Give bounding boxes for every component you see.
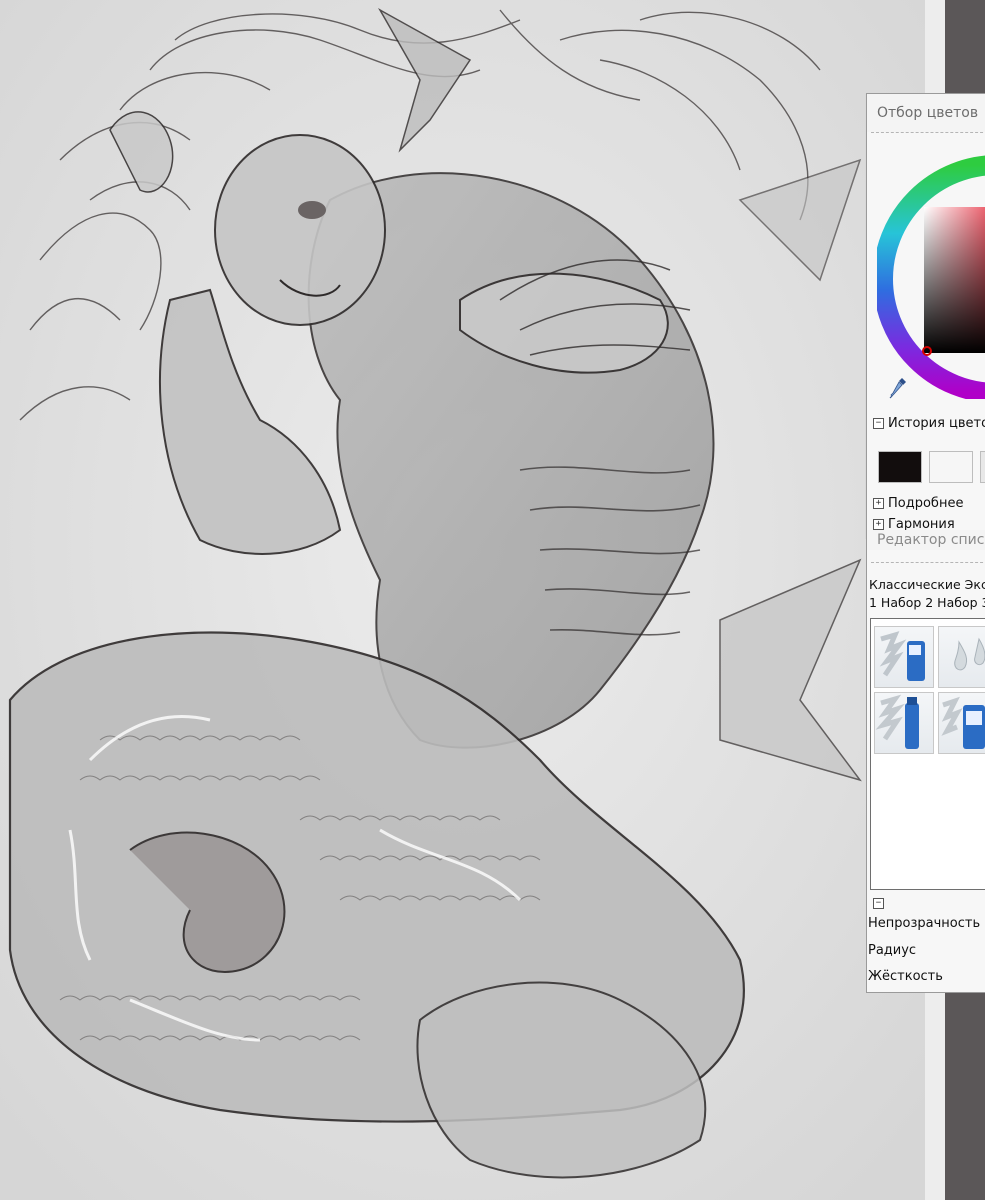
brush-preset-4[interactable] xyxy=(938,692,985,754)
panel-divider xyxy=(871,562,985,563)
color-wheel[interactable] xyxy=(877,149,985,399)
brush-list[interactable] xyxy=(870,618,985,890)
history-swatch-3[interactable] xyxy=(980,451,985,483)
color-history-label: История цветов xyxy=(888,416,985,431)
collapse-icon[interactable]: − xyxy=(873,898,884,909)
opacity-label: Непрозрачность xyxy=(868,916,981,931)
eyedropper-icon[interactable] xyxy=(889,377,907,399)
panel-divider xyxy=(871,132,985,133)
details-section-header[interactable]: + Подробнее xyxy=(873,496,963,511)
expand-icon[interactable]: + xyxy=(873,519,884,530)
brush-preset-1[interactable] xyxy=(874,626,934,688)
brush-set-tabs[interactable]: 1 Набор 2 Набор 3 xyxy=(869,595,985,610)
list-editor-panel: Редактор списка Классические Эксп 1 Набо… xyxy=(866,530,985,993)
brush-category-tabs[interactable]: Классические Эксп xyxy=(869,577,985,592)
expand-icon[interactable]: + xyxy=(873,498,884,509)
color-picker-title[interactable]: Отбор цветов xyxy=(867,94,985,132)
history-swatch-2[interactable] xyxy=(929,451,973,483)
color-picker-panel: Отбор цветов − История цвет + Подробнее … xyxy=(866,93,985,539)
history-swatch-1[interactable] xyxy=(878,451,922,483)
radius-label: Радиус xyxy=(868,943,917,958)
brush-preset-3[interactable] xyxy=(874,692,934,754)
details-label: Подробнее xyxy=(888,496,964,511)
hardness-label: Жёсткость xyxy=(868,969,943,984)
mermaid-sketch xyxy=(0,0,925,1200)
drawing-canvas[interactable] xyxy=(0,0,925,1200)
brush-preset-2[interactable] xyxy=(938,626,985,688)
list-editor-title[interactable]: Редактор списка xyxy=(867,530,985,550)
collapse-icon[interactable]: − xyxy=(873,418,884,429)
color-history-header[interactable]: − История цветов xyxy=(873,416,985,431)
